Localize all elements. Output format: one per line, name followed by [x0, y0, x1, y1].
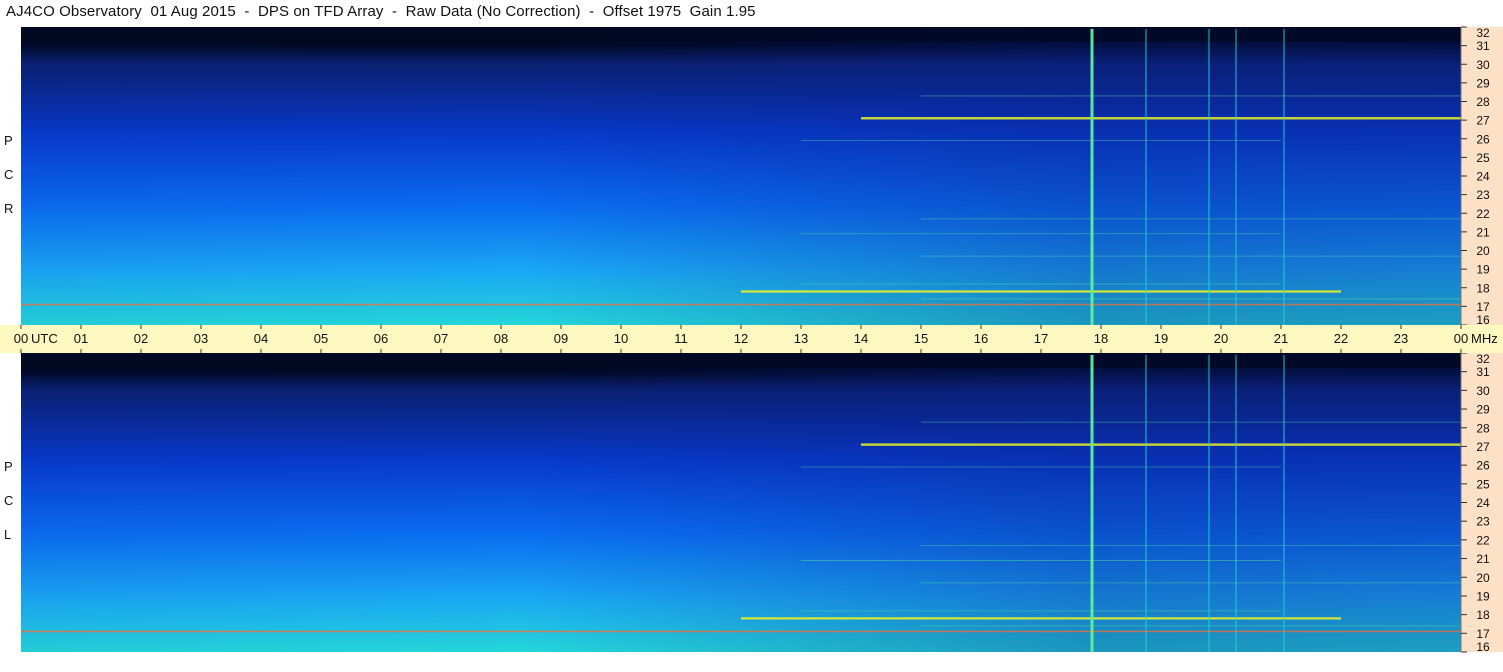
- utc-tick-label-8: 08: [494, 331, 508, 346]
- rcp-label: P C R: [0, 27, 20, 325]
- utc-tick-label-0: 00: [14, 331, 28, 346]
- utc-tick-label-21: 21: [1274, 331, 1288, 346]
- rcp-freq-tick-label-23: 23: [1476, 188, 1490, 202]
- utc-tick-label-11: 11: [674, 331, 688, 346]
- utc-tick-label-2: 02: [134, 331, 148, 346]
- utc-tick-label-13: 13: [794, 331, 808, 346]
- utc-tick-label-3: 03: [194, 331, 208, 346]
- lcp-letter-2: C: [4, 493, 14, 508]
- lcp-freq-tick-label-31: 31: [1476, 365, 1490, 379]
- lcp-letter-3: L: [4, 527, 12, 542]
- lcp-freq-tick-label-24: 24: [1476, 496, 1490, 510]
- lcp-spectrogram-svg: [21, 353, 1461, 652]
- lcp-freq-tick-label-23: 23: [1476, 515, 1490, 529]
- lcp-label: P C L: [0, 353, 20, 652]
- utc-tick-label-9: 09: [554, 331, 568, 346]
- lcp-freq-tick-label-25: 25: [1476, 477, 1490, 491]
- utc-tick-label-14: 14: [854, 331, 868, 346]
- rcp-shading: [21, 27, 1461, 325]
- rcp-freq-tick-label-26: 26: [1476, 132, 1490, 146]
- mhz-axis-label: MHz: [1471, 331, 1498, 346]
- utc-tick-label-4: 04: [254, 331, 268, 346]
- rcp-freq-tick-label-25: 25: [1476, 151, 1490, 165]
- lcp-freq-tick-label-21: 21: [1476, 552, 1490, 566]
- utc-tick-label-15: 15: [914, 331, 928, 346]
- lcp-frequency-axis: 16 17 18 19 20 21 22 23 24 25 26 27 28 29 30 31 32: [1460, 352, 1503, 654]
- lcp-freq-tick-label-30: 30: [1476, 384, 1490, 398]
- utc-tick-label-5: 05: [314, 331, 328, 346]
- rcp-freq-tick-label-28: 28: [1476, 95, 1490, 109]
- rcp-freq-tick-label-18: 18: [1476, 281, 1490, 295]
- utc-time-axis: 00 01 02 03 04 05 06 07 08 09 10 11 12 13 14 15 16 17 18 19…: [0, 325, 1503, 353]
- rcp-letter-2: C: [4, 167, 14, 182]
- utc-tick-label-19: 19: [1154, 331, 1168, 346]
- chart-title: AJ4CO Observatory 01 Aug 2015 - DPS on T…: [6, 3, 756, 20]
- rcp-freq-tick-label-20: 20: [1476, 244, 1490, 258]
- utc-tick-label-20: 20: [1214, 331, 1228, 346]
- lcp-freq-tick-label-18: 18: [1476, 608, 1490, 622]
- rcp-frequency-axis: 16 17 18 19 20 21 22 23 24 25 26 27 28 29 30 31 32: [1460, 26, 1503, 327]
- lcp-shading: [21, 353, 1461, 652]
- utc-tick-label-6: 06: [374, 331, 388, 346]
- lcp-spectrogram: [21, 353, 1461, 652]
- lcp-freq-tick-label-16: 16: [1476, 640, 1490, 654]
- utc-tick-label-12: 12: [734, 331, 748, 346]
- utc-tick-label-18: 18: [1094, 331, 1108, 346]
- rcp-letter-3: R: [4, 201, 14, 216]
- lcp-freq-tick-label-19: 19: [1476, 589, 1490, 603]
- rcp-freq-tick-label-27: 27: [1476, 114, 1490, 128]
- rcp-freq-tick-label-22: 22: [1476, 207, 1490, 221]
- lcp-freq-tick-label-26: 26: [1476, 459, 1490, 473]
- rcp-freq-tick-label-31: 31: [1476, 39, 1490, 53]
- rcp-spectrogram: [21, 27, 1461, 325]
- utc-tick-label-23: 23: [1394, 331, 1408, 346]
- utc-tick-label-1: 01: [74, 331, 88, 346]
- utc-tick-label-7: 07: [434, 331, 448, 346]
- lcp-freq-tick-label-20: 20: [1476, 571, 1490, 585]
- rcp-freq-tick-label-19: 19: [1476, 263, 1490, 277]
- rcp-freq-tick-label-30: 30: [1476, 58, 1490, 72]
- utc-time-axis-svg: 00 01 02 03 04 05 06 07 08 09 10 11 12 13 14 15 16 17 18 19…: [14, 325, 1498, 353]
- utc-tick-label-17: 17: [1034, 331, 1048, 346]
- lcp-frequency-axis-svg: 1617 18 19 20 21 22 23 24 25 26 27 28 29 30 3132: [1460, 352, 1490, 654]
- rcp-top-band: [21, 27, 1461, 42]
- lcp-freq-tick-label-32: 32: [1476, 352, 1490, 366]
- utc-axis-label: UTC: [31, 331, 58, 346]
- utc-tick-label-10: 10: [614, 331, 628, 346]
- rcp-freq-tick-label-29: 29: [1476, 76, 1490, 90]
- utc-tick-label-22: 22: [1334, 331, 1348, 346]
- rcp-freq-tick-label-32: 32: [1476, 26, 1490, 40]
- lcp-freq-tick-label-27: 27: [1476, 440, 1490, 454]
- rcp-freq-tick-label-24: 24: [1476, 170, 1490, 184]
- lcp-letter-1: P: [4, 459, 13, 474]
- lcp-freq-tick-label-28: 28: [1476, 421, 1490, 435]
- rcp-frequency-axis-svg: 1617181920212223242526272829303132: [1460, 26, 1490, 327]
- lcp-freq-tick-label-17: 17: [1476, 627, 1490, 641]
- lcp-top-band: [21, 353, 1461, 368]
- utc-tick-label-16: 16: [974, 331, 988, 346]
- rcp-freq-tick-label-21: 21: [1476, 225, 1490, 239]
- rcp-spectrogram-svg: [21, 27, 1461, 325]
- rcp-letter-1: P: [4, 133, 13, 148]
- rcp-freq-tick-label-17: 17: [1476, 300, 1490, 314]
- lcp-freq-tick-label-22: 22: [1476, 533, 1490, 547]
- utc-tick-label-24: 00: [1454, 331, 1468, 346]
- lcp-freq-tick-label-29: 29: [1476, 403, 1490, 417]
